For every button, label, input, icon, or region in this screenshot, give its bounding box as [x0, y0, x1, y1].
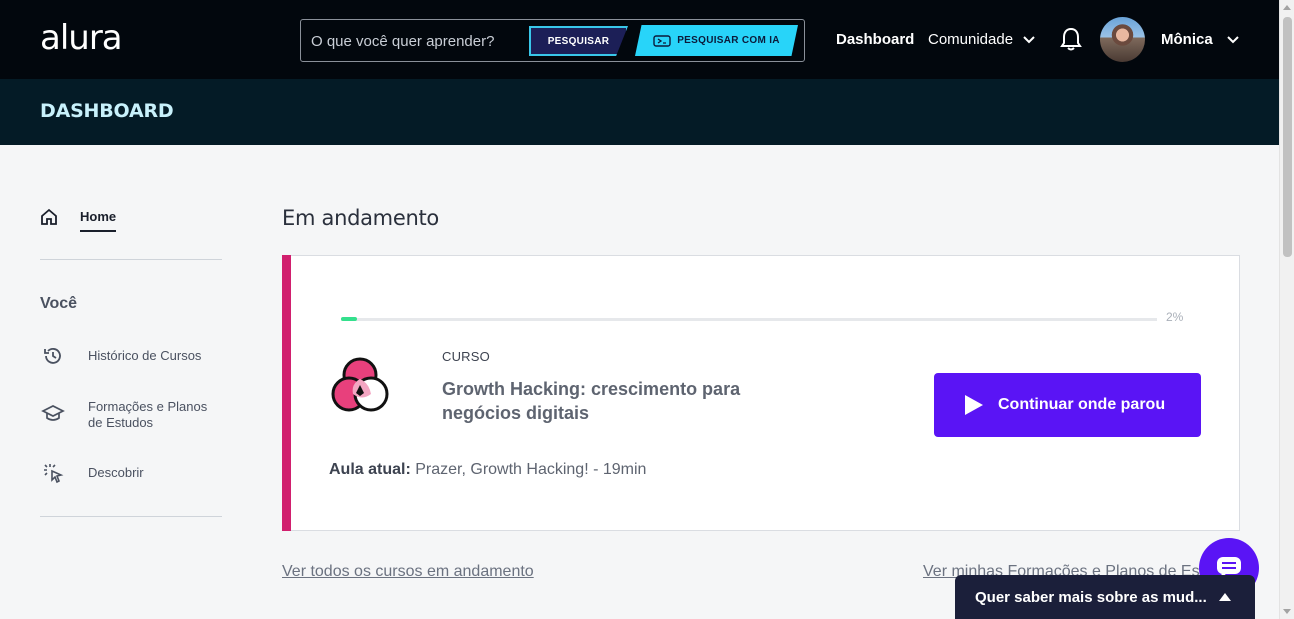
alura-logo[interactable]: alura	[40, 18, 123, 58]
sidebar-item-label: Histórico de Cursos	[88, 348, 202, 363]
sidebar-item-formations[interactable]: Formações e Planos de Estudos	[40, 399, 224, 431]
graduation-cap-icon	[40, 403, 66, 425]
search-input[interactable]	[311, 30, 521, 52]
nav-dashboard-link[interactable]: Dashboard	[836, 31, 914, 48]
scroll-up-arrow-icon[interactable]	[1283, 5, 1291, 10]
sidebar-item-label: Descobrir	[88, 465, 144, 480]
sidebar-item-discover[interactable]: Descobrir	[40, 462, 144, 484]
sidebar-item-home[interactable]: Home	[40, 205, 117, 232]
nav-community-label: Comunidade	[928, 31, 1014, 48]
progress-percent: 2%	[1166, 310, 1184, 324]
user-menu[interactable]: Mônica	[1161, 31, 1239, 48]
ai-ticket-icon	[653, 34, 671, 47]
continue-course-button[interactable]: Continuar onde parou	[934, 373, 1201, 437]
course-type-label: CURSO	[442, 349, 490, 364]
sidebar-item-label: Formações e Planos de Estudos	[88, 399, 208, 430]
chevron-down-icon	[1226, 35, 1239, 43]
current-lesson-label: Aula atual:	[329, 461, 411, 478]
current-lesson-value: Prazer, Growth Hacking! - 19min	[415, 461, 647, 478]
course-accent-bar	[282, 255, 291, 531]
scroll-down-arrow-icon[interactable]	[1283, 609, 1291, 614]
sidebar-item-history[interactable]: Histórico de Cursos	[40, 345, 201, 367]
progress-fill	[341, 317, 358, 321]
discover-cursor-icon	[40, 462, 66, 484]
top-navbar: alura PESQUISAR PESQUISAR COM IA Dashboa…	[0, 0, 1279, 79]
sidebar-section-title: Você	[40, 295, 78, 312]
search-bar: PESQUISAR PESQUISAR COM IA	[300, 19, 805, 62]
notification-bell-icon[interactable]	[1060, 27, 1082, 57]
all-courses-link[interactable]: Ver todos os cursos em andamento	[282, 563, 534, 581]
nav-community-menu[interactable]: Comunidade	[928, 31, 1035, 48]
caret-up-icon	[1218, 593, 1231, 601]
chevron-down-icon	[1023, 35, 1035, 43]
page-title: DASHBOARD	[40, 100, 174, 122]
continue-course-label: Continuar onde parou	[998, 396, 1166, 413]
sidebar-divider	[40, 516, 222, 517]
feedback-label: Quer saber mais sobre as mud...	[975, 588, 1207, 606]
history-icon	[40, 345, 66, 367]
search-ai-label: PESQUISAR COM IA	[677, 35, 780, 46]
growth-hacking-course-icon	[329, 356, 393, 425]
course-title[interactable]: Growth Hacking: crescimento para negócio…	[442, 377, 782, 425]
avatar[interactable]	[1100, 17, 1145, 62]
course-card: 2% CURSO Growth Hacking: crescimento par…	[282, 255, 1240, 531]
sidebar-divider	[40, 259, 222, 260]
search-button[interactable]: PESQUISAR	[529, 26, 628, 56]
user-name-label: Mônica	[1161, 31, 1213, 48]
play-icon	[965, 395, 983, 415]
feedback-banner[interactable]: Quer saber mais sobre as mud...	[955, 575, 1255, 619]
page-header-bar: DASHBOARD	[0, 79, 1279, 145]
page-scrollbar[interactable]	[1279, 0, 1294, 619]
current-lesson: Aula atual: Prazer, Growth Hacking! - 19…	[329, 461, 646, 479]
scroll-thumb[interactable]	[1283, 17, 1292, 257]
search-ai-button[interactable]: PESQUISAR COM IA	[635, 25, 798, 56]
sidebar-item-label: Home	[80, 209, 117, 232]
progress-bar	[341, 317, 1157, 321]
section-title: Em andamento	[282, 206, 439, 230]
home-icon	[41, 208, 57, 225]
